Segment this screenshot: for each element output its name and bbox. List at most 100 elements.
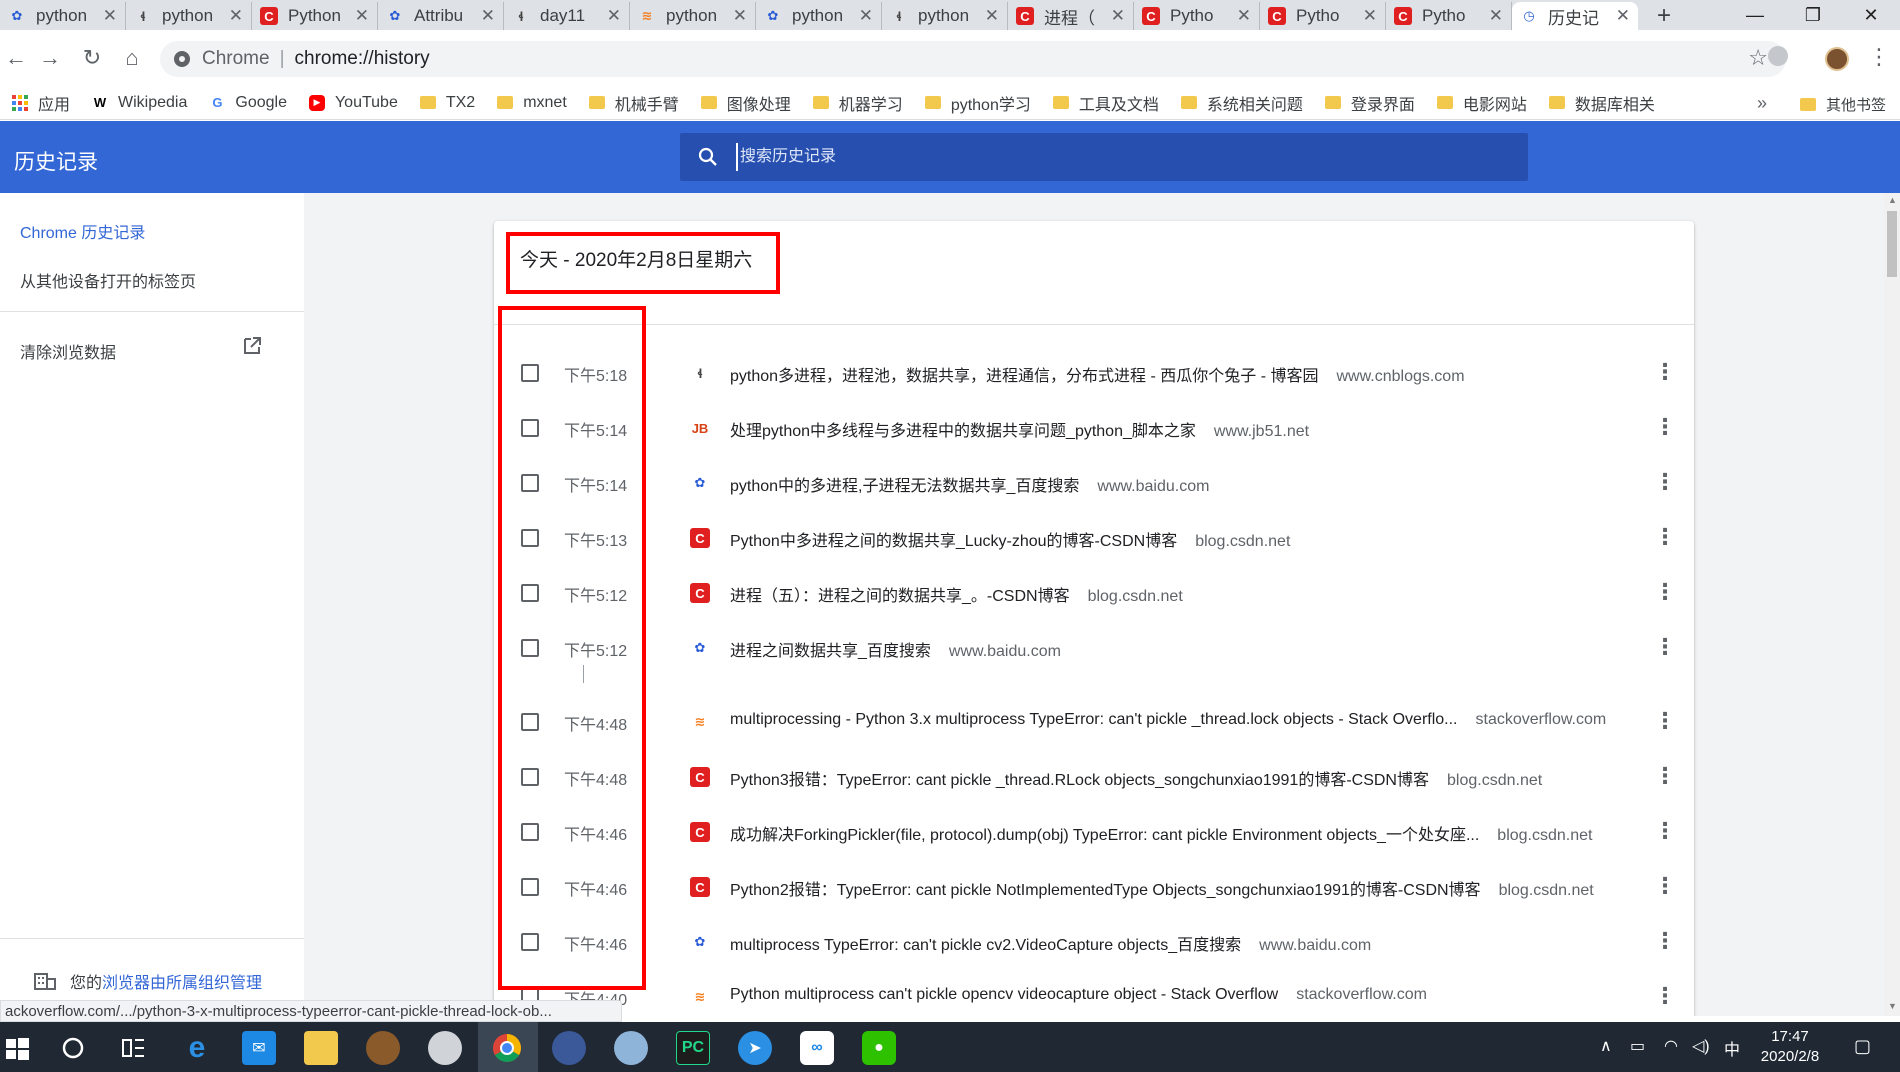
managed-link[interactable]: 浏览器由所属组织管理 <box>102 969 262 993</box>
close-tab-icon[interactable]: ✕ <box>1616 6 1630 26</box>
windows-start-icon[interactable] <box>0 1031 34 1065</box>
close-tab-icon[interactable]: ✕ <box>1363 6 1377 26</box>
mail-app-icon[interactable]: ✉ <box>242 1031 276 1065</box>
profile-avatar[interactable] <box>1825 47 1849 71</box>
entry-title[interactable]: python中的多进程,子进程无法数据共享_百度搜索 <box>730 478 1079 495</box>
bookmark-item[interactable]: ▶ YouTube <box>308 94 398 112</box>
address-bar[interactable]: Chrome | chrome://history ☆ <box>160 41 1786 77</box>
entry-title[interactable]: multiprocessing - Python 3.x multiproces… <box>730 711 1458 728</box>
maximize-icon[interactable]: ❐ <box>1784 0 1842 30</box>
feishu-icon[interactable]: ➤ <box>738 1031 772 1065</box>
entry-title[interactable]: Python multiprocess can't pickle opencv … <box>730 986 1278 1003</box>
bookmarks-overflow-button[interactable]: » <box>1757 93 1767 114</box>
tray-expand-icon[interactable]: ∧ <box>1600 1036 1612 1056</box>
history-row[interactable]: 下午5:18 ɬ python多进程，进程池，数据共享，进程通信，分布式进程 - 西… <box>494 345 1694 400</box>
open-in-new-icon[interactable] <box>242 336 262 356</box>
bookmark-item[interactable]: G Google <box>209 94 287 112</box>
bookmark-item[interactable]: mxnet <box>497 94 567 112</box>
close-tab-icon[interactable]: ✕ <box>1111 6 1125 26</box>
scroll-down-arrow-icon[interactable]: ▼ <box>1888 1001 1897 1011</box>
scroll-up-arrow-icon[interactable]: ▲ <box>1888 195 1897 205</box>
bookmark-item[interactable]: 登录界面 <box>1324 91 1415 115</box>
history-entry-link[interactable]: Python3报错：TypeError: cant pickle _thread… <box>730 766 1542 790</box>
sidebar-item-chrome-history[interactable]: Chrome 历史记录 <box>20 219 145 243</box>
browser-tab[interactable]: C Pytho ✕ <box>1386 2 1512 30</box>
browser-tab[interactable]: ◷ 历史记 ✕ <box>1512 2 1638 30</box>
close-tab-icon[interactable]: ✕ <box>859 6 873 26</box>
chrome-menu-icon[interactable]: ⋮ <box>1868 44 1890 70</box>
more-actions-icon[interactable]: ⋮ <box>1654 983 1676 1009</box>
more-actions-icon[interactable]: ⋮ <box>1654 634 1676 660</box>
search-input[interactable] <box>736 143 1496 171</box>
browser-tab[interactable]: ɬ python ✕ <box>882 2 1008 30</box>
forward-arrow-icon[interactable]: → <box>36 44 64 72</box>
history-row[interactable]: 下午5:12 ✿ 进程之间数据共享_百度搜索 www.baidu.com ⋮ <box>494 620 1694 675</box>
file-explorer-icon[interactable] <box>304 1031 338 1065</box>
history-entry-link[interactable]: python中的多进程,子进程无法数据共享_百度搜索 www.baidu.com <box>730 472 1209 496</box>
entry-title[interactable]: Python3报错：TypeError: cant pickle _thread… <box>730 772 1429 789</box>
other-bookmarks-folder[interactable]: 其他书签 <box>1800 94 1886 115</box>
browser-tab[interactable]: C Python ✕ <box>252 2 378 30</box>
browser-tab[interactable]: C Pytho ✕ <box>1134 2 1260 30</box>
history-row[interactable]: 下午5:12 C 进程（五）：进程之间的数据共享_。-CSDN博客 blog.csdn… <box>494 565 1694 620</box>
browser-tab[interactable]: C 进程（ ✕ <box>1008 2 1134 30</box>
close-window-icon[interactable]: ✕ <box>1842 0 1900 30</box>
entry-title[interactable]: Python中多进程之间的数据共享_Lucky-zhou的博客-CSDN博客 <box>730 533 1177 550</box>
bookmark-item[interactable]: python学习 <box>924 91 1031 115</box>
pycharm-icon[interactable]: PC <box>676 1031 710 1065</box>
baidu-netdisk-icon[interactable]: ∞ <box>800 1031 834 1065</box>
task-view-icon[interactable] <box>116 1031 150 1065</box>
close-tab-icon[interactable]: ✕ <box>355 6 369 26</box>
wifi-icon[interactable]: ◠ <box>1664 1036 1678 1056</box>
entry-title[interactable]: 成功解决ForkingPickler(file, protocol).dump(… <box>730 827 1479 844</box>
browser-tab[interactable]: ɬ day11 ✕ <box>504 2 630 30</box>
history-row[interactable]: 下午4:46 C Python2报错：TypeError: cant pickle … <box>494 859 1694 914</box>
history-row[interactable]: 下午4:40≋Python multiprocess can't pickle … <box>494 969 1694 1016</box>
bookmark-item[interactable]: 机械手臂 <box>588 91 679 115</box>
close-tab-icon[interactable]: ✕ <box>481 6 495 26</box>
history-row[interactable]: 下午4:48 ≋ multiprocessing - Python 3.x mult… <box>494 694 1694 749</box>
close-tab-icon[interactable]: ✕ <box>229 6 243 26</box>
system-clock[interactable]: 17:47 2020/2/8 <box>1752 1027 1828 1067</box>
bookmark-item[interactable]: W Wikipedia <box>92 94 188 112</box>
history-entry-link[interactable]: multiprocessing - Python 3.x multiproces… <box>730 711 1606 729</box>
tiger-app-icon[interactable] <box>366 1031 400 1065</box>
close-tab-icon[interactable]: ✕ <box>985 6 999 26</box>
bookmark-item[interactable]: 应用 <box>12 91 70 115</box>
history-entry-link[interactable]: Python中多进程之间的数据共享_Lucky-zhou的博客-CSDN博客 bl… <box>730 527 1290 551</box>
more-actions-icon[interactable]: ⋮ <box>1654 359 1676 385</box>
close-tab-icon[interactable]: ✕ <box>607 6 621 26</box>
more-actions-icon[interactable]: ⋮ <box>1654 708 1676 734</box>
more-actions-icon[interactable]: ⋮ <box>1654 763 1676 789</box>
notifications-icon[interactable]: ▢ <box>1854 1036 1871 1057</box>
back-arrow-icon[interactable]: ← <box>2 44 30 72</box>
history-row[interactable]: 下午4:48 C Python3报错：TypeError: cant pickle … <box>494 749 1694 804</box>
cortana-search-icon[interactable] <box>56 1031 90 1065</box>
bookmark-item[interactable]: 机器学习 <box>812 91 903 115</box>
history-entry-link[interactable]: multiprocess TypeError: can't pickle cv2… <box>730 931 1371 955</box>
history-row[interactable]: 下午5:13 C Python中多进程之间的数据共享_Lucky-zhou的博客-C… <box>494 510 1694 565</box>
entry-title[interactable]: Python2报错：TypeError: cant pickle NotImpl… <box>730 882 1481 899</box>
close-tab-icon[interactable]: ✕ <box>103 6 117 26</box>
browser-tab[interactable]: ɬ python ✕ <box>126 2 252 30</box>
more-actions-icon[interactable]: ⋮ <box>1654 873 1676 899</box>
ime-indicator[interactable]: 中 <box>1724 1036 1740 1060</box>
omnibox-url[interactable]: chrome://history <box>295 48 430 70</box>
entry-title[interactable]: 进程（五）：进程之间的数据共享_。-CSDN博客 <box>730 588 1070 605</box>
entry-title[interactable]: 进程之间数据共享_百度搜索 <box>730 643 931 660</box>
bookmark-item[interactable]: 电影网站 <box>1436 91 1527 115</box>
bookmark-item[interactable]: 图像处理 <box>700 91 791 115</box>
wechat-icon[interactable]: ● <box>862 1031 896 1065</box>
browser-tab[interactable]: ≋ python ✕ <box>630 2 756 30</box>
close-tab-icon[interactable]: ✕ <box>733 6 747 26</box>
page-scrollbar[interactable]: ▲ ▼ <box>1884 193 1900 1016</box>
bookmark-item[interactable]: 数据库相关 <box>1548 91 1655 115</box>
more-actions-icon[interactable]: ⋮ <box>1654 469 1676 495</box>
home-icon[interactable]: ⌂ <box>118 44 146 72</box>
entry-title[interactable]: python多进程，进程池，数据共享，进程通信，分布式进程 - 西瓜你个兔子 -… <box>730 368 1318 385</box>
chrome-taskbar-icon[interactable] <box>490 1031 524 1065</box>
history-row[interactable]: 下午5:14 JB 处理python中多线程与多进程中的数据共享问题_python_… <box>494 400 1694 455</box>
edge-browser-icon[interactable]: e <box>180 1031 214 1065</box>
browser-tab[interactable]: ✿ python ✕ <box>756 2 882 30</box>
history-row[interactable]: 下午4:46 ✿ multiprocess TypeError: can't pic… <box>494 914 1694 969</box>
